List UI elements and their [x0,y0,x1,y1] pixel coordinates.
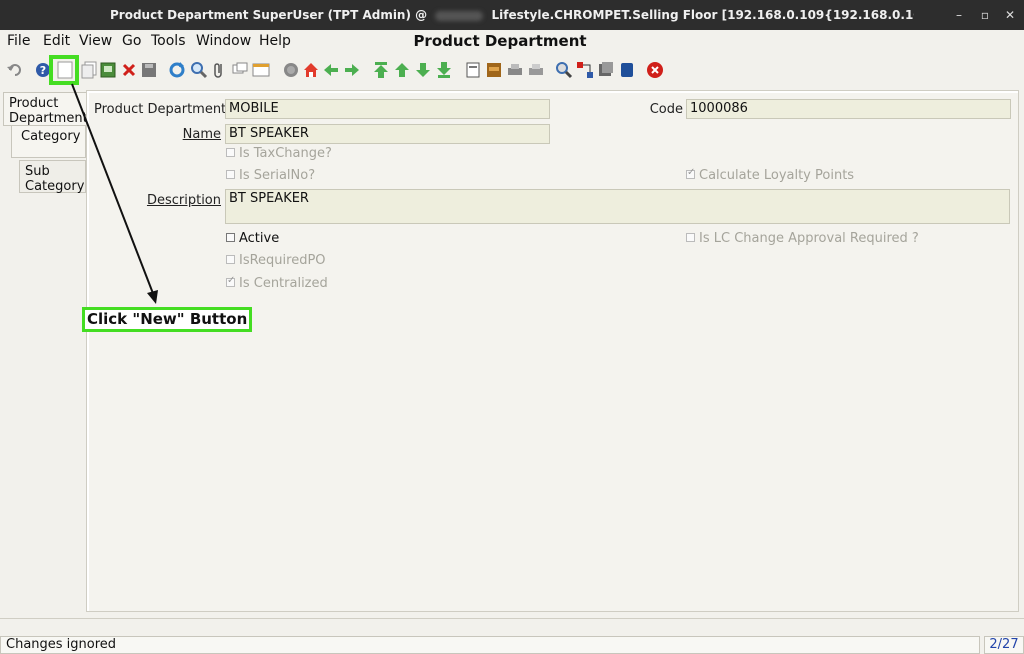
copy-record-icon[interactable] [80,61,98,79]
status-separator [0,618,1024,635]
product-info-icon[interactable] [597,61,615,79]
annotation-callout: Click "New" Button [82,307,252,332]
name-field[interactable]: BT SPEAKER [225,124,550,144]
delete-record-icon[interactable] [99,61,117,79]
name-label: Name [182,127,221,142]
chat-icon[interactable] [231,61,249,79]
checkbox-box [686,167,695,179]
is-required-po-checkbox[interactable]: IsRequiredPO [226,253,326,268]
refresh-icon[interactable] [168,61,186,79]
window-title-bar: Product Department SuperUser (TPT Admin)… [0,0,1024,30]
parent-record-icon[interactable] [322,61,340,79]
checkbox-box [686,233,695,242]
product-department-label: Product Department [94,102,227,117]
checkbox-box [226,170,235,179]
checkbox-box [226,255,235,264]
menu-tools[interactable]: Tools [151,33,186,49]
find-icon[interactable] [190,61,208,79]
minimize-button[interactable]: – [950,6,968,24]
form-title: Product Department [413,32,587,50]
code-label: Code [649,102,683,117]
description-label: Description [146,193,221,208]
lock-icon[interactable] [618,61,636,79]
menu-go[interactable]: Go [122,33,141,49]
svg-text:?: ? [40,64,46,77]
restore-button[interactable]: ▫ [976,6,994,24]
checkbox-box [226,148,235,157]
exit-icon[interactable] [646,61,664,79]
tab-product-department[interactable]: Product Department [3,92,88,126]
is-serialno-checkbox[interactable]: Is SerialNo? [226,168,315,183]
grid-toggle-icon[interactable] [252,61,270,79]
product-department-field[interactable]: MOBILE [225,99,550,119]
report-icon[interactable] [464,61,482,79]
delete-icon[interactable] [120,61,138,79]
undo-icon[interactable] [6,61,24,79]
menu-view[interactable]: View [79,33,112,49]
is-taxchange-checkbox[interactable]: Is TaxChange? [226,146,332,161]
next-record-icon[interactable] [414,61,432,79]
status-message: Changes ignored [0,636,980,654]
toolbar: ? [0,55,1024,85]
window-title-prefix: Product Department SuperUser (TPT Admin)… [110,8,428,22]
tab-category[interactable]: Category [11,126,86,158]
window-title-suffix: Lifestyle.CHROMPET.Selling Floor [192.16… [491,8,914,22]
zoom-across-icon[interactable] [555,61,573,79]
checkbox-box [226,233,235,242]
status-bar: Changes ignored 2/27 [0,636,1024,654]
new-button-highlight [49,55,79,85]
menu-help[interactable]: Help [259,33,291,49]
menu-file[interactable]: File [7,33,30,49]
print-preview-icon[interactable] [506,61,524,79]
attachment-icon[interactable] [210,61,228,79]
checkbox-box [226,275,235,287]
menu-edit[interactable]: Edit [43,33,70,49]
close-window-button[interactable]: ✕ [1001,6,1019,24]
save-icon[interactable] [140,61,158,79]
code-field[interactable]: 1000086 [686,99,1011,119]
menu-window[interactable]: Window [196,33,251,49]
home-icon[interactable] [302,61,320,79]
window-title: Product Department SuperUser (TPT Admin)… [0,0,914,30]
tab-sub-category[interactable]: Sub Category [19,160,86,194]
is-centralized-checkbox[interactable]: Is Centralized [226,275,328,291]
workflow-icon[interactable] [576,61,594,79]
menu-bar: File Edit View Go Tools Window Help Prod… [0,30,1024,54]
calculate-loyalty-checkbox[interactable]: Calculate Loyalty Points [686,167,854,183]
archive-icon[interactable] [485,61,503,79]
active-checkbox[interactable]: Active [226,231,279,246]
print-icon[interactable] [527,61,545,79]
description-field[interactable]: BT SPEAKER [225,189,1010,224]
last-record-icon[interactable] [435,61,453,79]
record-count[interactable]: 2/27 [984,636,1024,654]
first-record-icon[interactable] [372,61,390,79]
detail-record-icon[interactable] [343,61,361,79]
redacted-text [435,10,484,21]
previous-record-icon[interactable] [393,61,411,79]
is-lc-change-checkbox[interactable]: Is LC Change Approval Required ? [686,231,919,246]
history-icon[interactable] [282,61,300,79]
